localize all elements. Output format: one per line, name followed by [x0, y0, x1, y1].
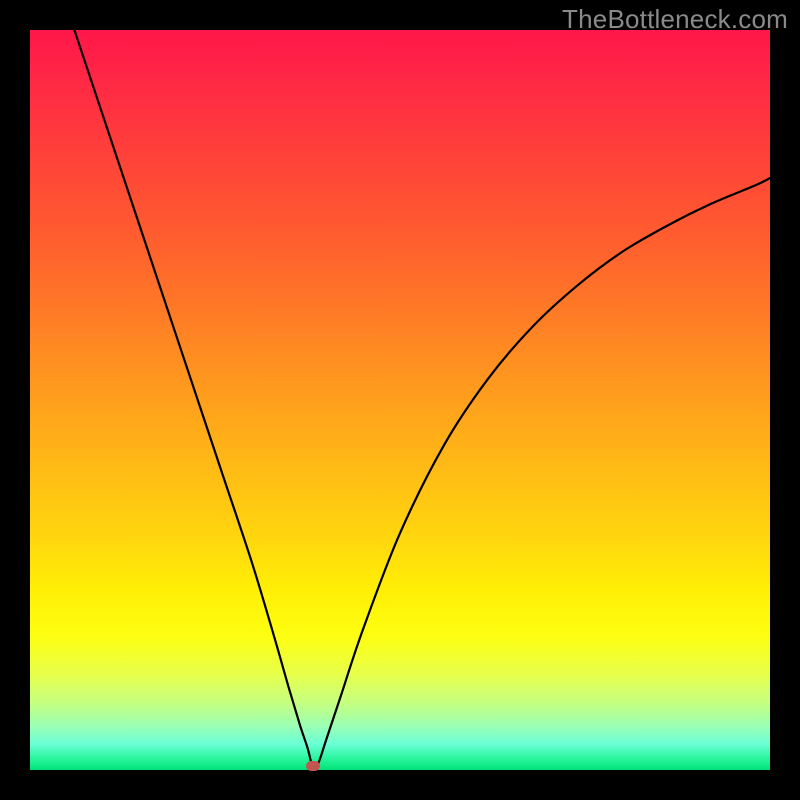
chart-frame: TheBottleneck.com [0, 0, 800, 800]
bottleneck-curve [30, 30, 770, 770]
plot-area [30, 30, 770, 770]
optimal-point-marker [306, 761, 320, 771]
